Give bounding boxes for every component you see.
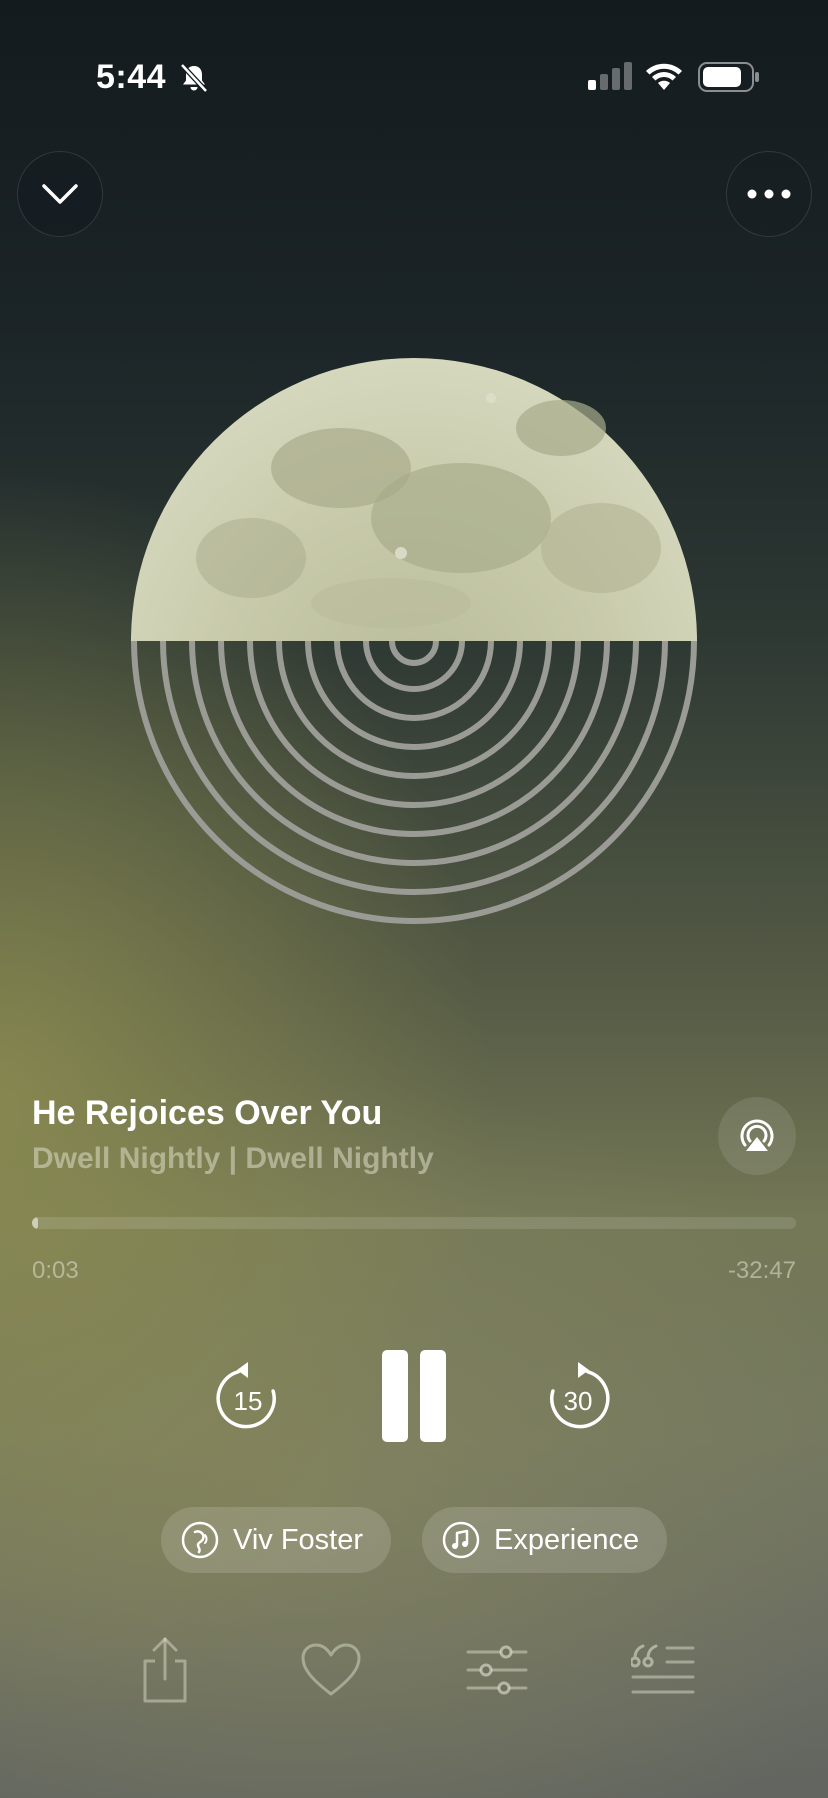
skip-forward-seconds: 30 (563, 1386, 593, 1416)
experience-label: Experience (494, 1523, 640, 1556)
audio-settings-button[interactable] (462, 1634, 532, 1706)
music-note-icon (442, 1521, 480, 1559)
track-title: He Rejoices Over You (32, 1094, 383, 1132)
favorite-button[interactable] (296, 1634, 366, 1706)
chevron-down-icon (42, 184, 78, 204)
voice-label: Viv Foster (233, 1523, 364, 1556)
transcript-button[interactable] (628, 1634, 698, 1706)
heart-icon (301, 1643, 361, 1696)
collapse-player-button[interactable] (17, 151, 103, 237)
pause-button[interactable] (382, 1350, 446, 1442)
airplay-icon (740, 1119, 774, 1151)
wifi-icon (646, 63, 682, 90)
cellular-signal-icon (588, 62, 632, 90)
voice-selector-button[interactable]: Viv Foster (161, 1507, 391, 1573)
more-options-button[interactable] (726, 151, 812, 237)
sliders-icon (466, 1645, 528, 1695)
skip-back-button[interactable]: 15 (215, 1360, 281, 1430)
status-bar: 5:44 (0, 52, 828, 102)
playback-scrubber[interactable] (32, 1217, 796, 1229)
pause-icon (382, 1350, 408, 1442)
battery-icon (698, 62, 759, 92)
speaker-voice-icon (181, 1521, 219, 1559)
elapsed-time: 0:03 (32, 1257, 79, 1284)
status-time: 5:44 (96, 58, 167, 96)
airplay-button[interactable] (718, 1097, 796, 1175)
share-button[interactable] (130, 1634, 200, 1706)
bell-muted-icon (180, 63, 208, 93)
share-icon (143, 1637, 187, 1703)
remaining-time: -32:47 (727, 1257, 796, 1284)
track-subtitle[interactable]: Dwell Nightly | Dwell Nightly (32, 1142, 434, 1176)
quote-lines-icon (631, 1644, 695, 1694)
skip-forward-button[interactable]: 30 (545, 1360, 611, 1430)
skip-back-seconds: 15 (233, 1386, 263, 1416)
episode-artwork (131, 358, 697, 924)
ellipsis-icon (747, 189, 791, 199)
playback-progress-fill (32, 1217, 39, 1229)
experience-button[interactable]: Experience (422, 1507, 667, 1573)
